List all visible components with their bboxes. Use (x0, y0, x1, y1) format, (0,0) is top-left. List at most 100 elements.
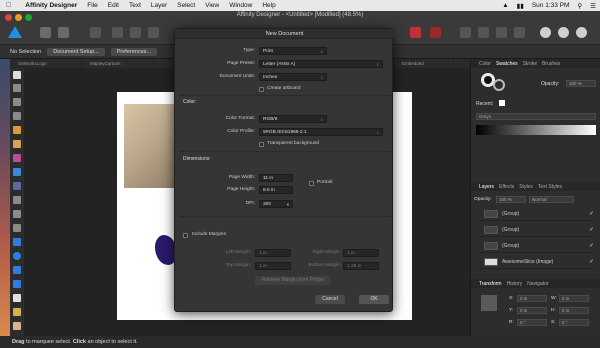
retrieve-margin-button[interactable]: Retrieve Margin from Printer (255, 276, 331, 285)
transform-y-field[interactable]: 0 in (517, 307, 547, 314)
align-icon[interactable] (90, 27, 101, 38)
node-tool-icon[interactable] (13, 98, 21, 106)
menu-file[interactable]: File (87, 2, 97, 9)
tab-layers[interactable]: Layers (479, 184, 494, 190)
layer-row[interactable]: AwesomeSlice (Image) ✓ (476, 255, 596, 269)
page-height-input[interactable]: 8.5 in (259, 186, 293, 194)
transform-icon[interactable] (148, 27, 159, 38)
type-select[interactable]: Print ↕ (259, 47, 327, 55)
page-width-input[interactable]: 11 in (259, 174, 293, 182)
doc-tab-4[interactable]: Embedded (394, 59, 454, 68)
boolean-add-icon[interactable] (460, 27, 471, 38)
ellipse-tool-icon[interactable] (13, 252, 21, 260)
document-setup-button[interactable]: Document Setup... (47, 47, 105, 56)
menu-layer[interactable]: Layer (151, 2, 167, 9)
wifi-icon[interactable]: ▲ (502, 2, 508, 9)
persona-circle-1-icon[interactable] (540, 27, 551, 38)
greys-swatch-strip[interactable] (476, 125, 596, 135)
transform-s-field[interactable]: 0 ° (559, 319, 589, 326)
document-units-select[interactable]: Inches ↕ (259, 73, 327, 81)
swatch-opacity-field[interactable]: 100 % (566, 80, 596, 87)
boolean-intersect-icon[interactable] (496, 27, 507, 38)
corner-tool-icon[interactable] (13, 112, 21, 120)
visibility-check-icon[interactable]: ✓ (589, 226, 594, 233)
pen-tool-icon[interactable] (13, 126, 21, 134)
export-persona-icon[interactable] (58, 27, 69, 38)
layer-row[interactable]: (Group) ✓ (476, 239, 596, 253)
battery-icon[interactable]: ▮▮ (517, 2, 524, 10)
visibility-check-icon[interactable]: ✓ (589, 258, 594, 265)
persona-circle-3-icon[interactable] (576, 27, 587, 38)
eyedropper-tool-icon[interactable] (13, 308, 21, 316)
create-artboard-checkbox[interactable] (259, 87, 264, 92)
menu-text[interactable]: Text (129, 2, 141, 9)
menu-window[interactable]: Window (229, 2, 252, 9)
fill-icon[interactable] (430, 27, 441, 38)
doc-tab-2[interactable]: MapleyCartoon (82, 59, 154, 68)
rounded-rect-tool-icon[interactable] (13, 266, 21, 274)
page-preset-select[interactable]: Letter (ANSI A) ↕ (259, 60, 383, 68)
menu-app-name[interactable]: Affinity Designer (25, 2, 77, 9)
arrange-icon[interactable] (130, 27, 141, 38)
snap-icon[interactable] (112, 27, 123, 38)
tab-history[interactable]: History (507, 281, 523, 287)
tab-brushes[interactable]: Brushes (542, 61, 560, 67)
magnet-icon[interactable] (410, 27, 421, 38)
visibility-check-icon[interactable]: ✓ (589, 210, 594, 217)
visibility-check-icon[interactable]: ✓ (589, 242, 594, 249)
artistic-text-tool-icon[interactable] (13, 294, 21, 302)
menu-select[interactable]: Select (177, 2, 195, 9)
preferences-button[interactable]: Preferences... (110, 47, 157, 56)
clock[interactable]: Sun 1:33 PM (532, 2, 570, 9)
tab-styles[interactable]: Styles (519, 184, 533, 190)
stroke-swatch-icon[interactable] (493, 79, 505, 91)
layer-row[interactable]: (Group) ✓ (476, 207, 596, 221)
layer-row[interactable]: (Group) ✓ (476, 223, 596, 237)
placed-image[interactable] (124, 104, 179, 188)
artboard-tool-icon[interactable] (13, 84, 21, 92)
layers-opacity-field[interactable]: 100 % (496, 196, 526, 203)
slice-tool-icon[interactable] (13, 224, 21, 232)
move-tool-icon[interactable] (13, 71, 21, 79)
anchor-grid-icon[interactable] (481, 295, 497, 311)
crop-tool-icon[interactable] (13, 210, 21, 218)
right-margin-input[interactable]: 1 in (343, 249, 379, 257)
transform-h-field[interactable]: 0 in (559, 307, 589, 314)
ok-button[interactable]: OK (359, 295, 389, 304)
affinity-logo-icon[interactable] (8, 26, 22, 38)
pencil-tool-icon[interactable] (13, 140, 21, 148)
bottom-margin-input[interactable]: 1.25 in (343, 262, 379, 270)
transparency-tool-icon[interactable] (13, 182, 21, 190)
transform-r-field[interactable]: 0 ° (517, 319, 547, 326)
brush-tool-icon[interactable] (13, 154, 21, 162)
menu-help[interactable]: Help (262, 2, 275, 9)
fill-tool-icon[interactable] (13, 168, 21, 176)
tab-text-styles[interactable]: Text Styles (538, 184, 562, 190)
place-image-tool-icon[interactable] (13, 196, 21, 204)
cancel-button[interactable]: Cancel (315, 295, 345, 304)
color-profile-select[interactable]: sRGB IEC61966-2.1 ↕ (259, 128, 383, 136)
pixel-persona-icon[interactable] (40, 27, 51, 38)
view-tool-icon[interactable] (13, 322, 21, 330)
tab-stroke[interactable]: Stroke (523, 61, 537, 67)
boolean-subtract-icon[interactable] (478, 27, 489, 38)
doc-tab-1[interactable]: OnWorksLogo (10, 59, 82, 68)
recent-swatch[interactable] (499, 100, 505, 106)
palette-select[interactable]: Greys (476, 113, 596, 120)
triangle-tool-icon[interactable] (13, 280, 21, 288)
boolean-divide-icon[interactable] (514, 27, 525, 38)
include-margins-checkbox[interactable] (183, 233, 188, 238)
left-margin-input[interactable]: 1 in (255, 249, 291, 257)
tab-navigator[interactable]: Navigator (527, 281, 548, 287)
tab-transform[interactable]: Transform (479, 281, 502, 287)
portrait-checkbox[interactable] (309, 181, 314, 186)
dpi-select[interactable]: 300 ▾ (259, 200, 293, 208)
blend-mode-select[interactable]: Normal (529, 196, 574, 203)
tab-color[interactable]: Color (479, 61, 491, 67)
top-margin-input[interactable]: 1 in (255, 262, 291, 270)
search-icon[interactable]: ⚲ (577, 2, 582, 10)
tab-effects[interactable]: Effects (499, 184, 514, 190)
transform-x-field[interactable]: 0 in (517, 295, 547, 302)
transparent-background-checkbox[interactable] (259, 142, 264, 147)
menu-list-icon[interactable]: ☰ (590, 2, 596, 10)
